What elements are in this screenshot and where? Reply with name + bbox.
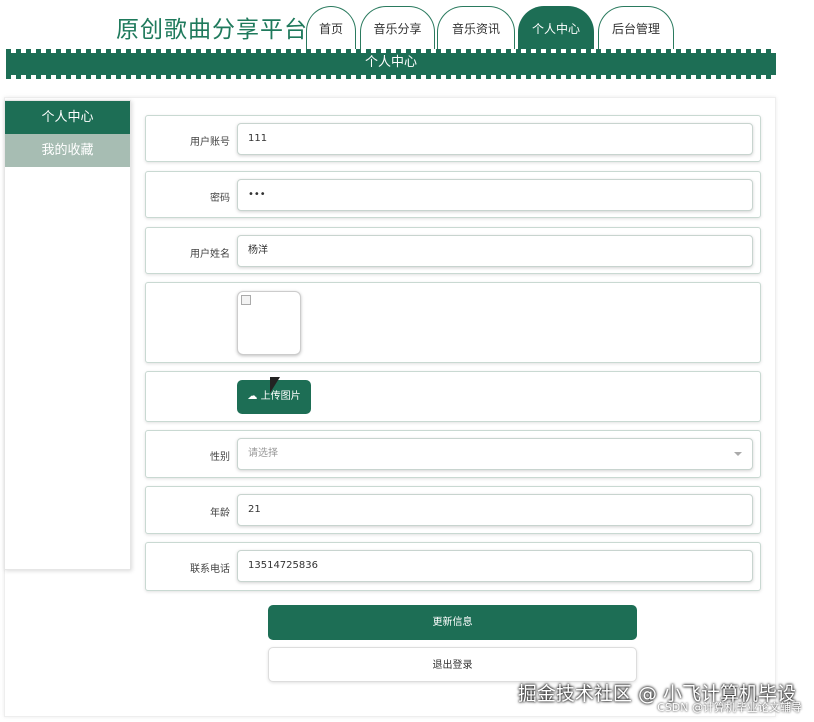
name-input[interactable]: 杨洋 [237, 235, 753, 267]
broken-image-icon [241, 295, 251, 305]
form-row-account: 用户账号 111 [145, 115, 761, 162]
sidebar-item-favorites[interactable]: 我的收藏 [5, 134, 130, 167]
mouse-cursor-icon [270, 377, 280, 393]
age-label: 年龄 [210, 508, 230, 519]
sidebar-item-personal-center[interactable]: 个人中心 [5, 101, 130, 134]
account-label: 用户账号 [190, 137, 230, 148]
watermark-sub: CSDN @计算机毕业论文辅导 [657, 701, 802, 714]
cloud-upload-icon: ☁ [247, 391, 258, 402]
form-row-avatar [145, 282, 761, 363]
gender-label: 性别 [210, 452, 230, 463]
form-row-password: 密码 ••• [145, 171, 761, 218]
phone-label: 联系电话 [190, 564, 230, 575]
form-row-phone: 联系电话 13514725836 [145, 542, 761, 591]
sidebar: 个人中心 我的收藏 [4, 100, 131, 570]
gender-select-placeholder: 请选择 [248, 448, 278, 459]
form-row-name: 用户姓名 杨洋 [145, 227, 761, 274]
form-row-upload: ☁ 上传图片 [145, 371, 761, 422]
upload-button-label: 上传图片 [260, 391, 301, 402]
password-input[interactable]: ••• [237, 179, 753, 211]
tab-music-share[interactable]: 音乐分享 [360, 6, 435, 52]
chevron-down-icon [734, 452, 742, 456]
section-banner: 个人中心 [6, 49, 776, 79]
phone-input[interactable]: 13514725836 [237, 550, 753, 582]
logout-button[interactable]: 退出登录 [268, 647, 637, 682]
age-input[interactable]: 21 [237, 494, 753, 526]
tab-music-news[interactable]: 音乐资讯 [437, 6, 515, 52]
tab-home[interactable]: 首页 [306, 6, 356, 52]
top-nav: 原创歌曲分享平台 首页 音乐分享 音乐资讯 个人中心 后台管理 [0, 0, 814, 52]
tab-personal-center[interactable]: 个人中心 [518, 6, 594, 52]
gender-select[interactable]: 请选择 [237, 438, 753, 470]
form-row-gender: 性别 请选择 [145, 430, 761, 478]
tab-admin[interactable]: 后台管理 [598, 6, 674, 52]
avatar-image [237, 291, 301, 355]
form-row-age: 年龄 21 [145, 486, 761, 534]
site-title: 原创歌曲分享平台 [116, 17, 308, 43]
password-label: 密码 [210, 193, 230, 204]
update-info-button[interactable]: 更新信息 [268, 605, 637, 640]
name-label: 用户姓名 [190, 249, 230, 260]
account-input[interactable]: 111 [237, 123, 753, 155]
